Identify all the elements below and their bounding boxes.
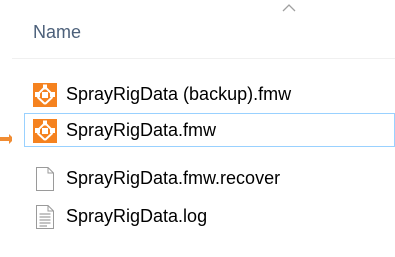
file-explorer-panel: Name SprayRigData (backup).fmw SprayRigD…	[12, 0, 395, 257]
file-row-selected[interactable]: SprayRigData.fmw	[24, 113, 395, 147]
file-row[interactable]: SprayRigData.fmw.recover	[24, 161, 395, 195]
fme-workspace-icon	[33, 83, 57, 107]
fme-workspace-icon	[33, 119, 57, 143]
file-name: SprayRigData (backup).fmw	[66, 84, 292, 104]
file-name: SprayRigData.fmw.recover	[66, 168, 281, 188]
blank-file-icon	[36, 167, 54, 191]
file-name: SprayRigData.log	[66, 206, 208, 226]
text-file-icon	[36, 205, 54, 229]
file-list: SprayRigData (backup).fmw SprayRigData.f…	[12, 0, 395, 257]
file-name: SprayRigData.fmw	[66, 120, 217, 140]
file-row[interactable]: SprayRigData.log	[24, 199, 395, 233]
file-row[interactable]: SprayRigData (backup).fmw	[24, 77, 395, 111]
